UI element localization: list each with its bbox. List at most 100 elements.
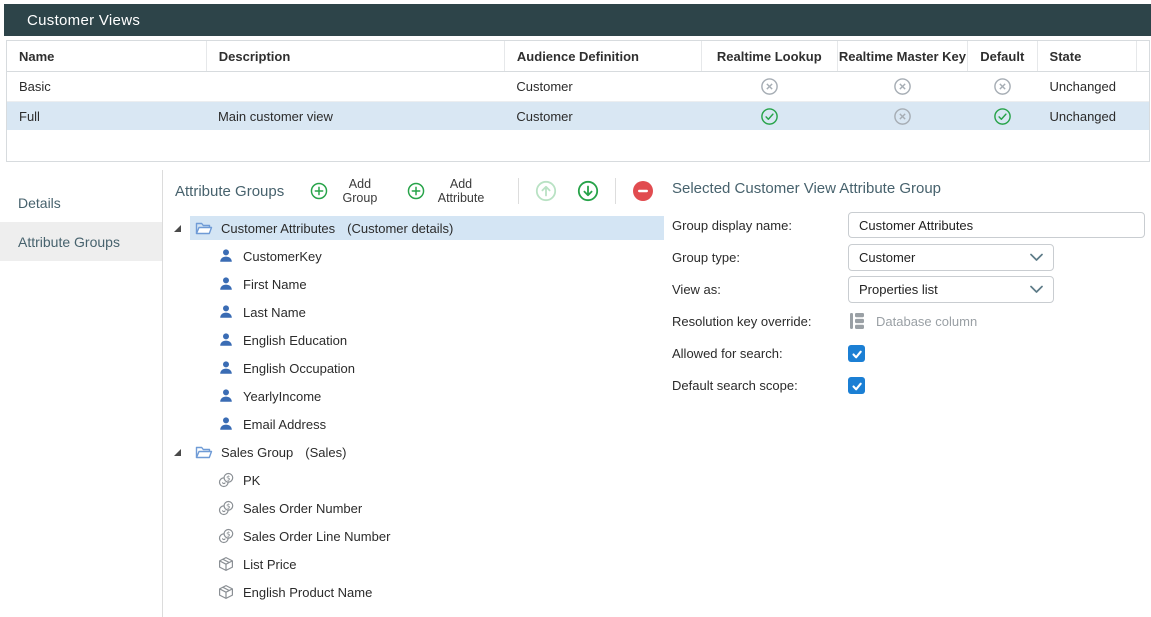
chevron-down-icon <box>1030 285 1043 293</box>
cell-audience: Customer <box>504 72 701 101</box>
person-icon <box>217 332 235 348</box>
group-type-select[interactable]: Customer <box>848 244 1054 271</box>
resolution-key-override-label: Resolution key override: <box>672 308 848 334</box>
column-header-default[interactable]: Default <box>967 41 1037 71</box>
attribute-groups-toolbar: Attribute Groups Add Group Add Attribute <box>164 170 664 212</box>
customer-views-table: Name Description Audience Definition Rea… <box>6 40 1150 162</box>
tree-item-label: Sales Order Line Number <box>243 529 390 544</box>
tree-attribute-sales-order-number[interactable]: Sales Order Number <box>164 494 664 522</box>
person-icon <box>217 248 235 264</box>
toolbar-divider <box>615 178 616 204</box>
open-folder-icon <box>195 220 213 236</box>
tree-item-label: English Product Name <box>243 585 372 600</box>
allowed-for-search-checkbox[interactable] <box>848 345 865 362</box>
resolution-key-override-button[interactable]: Database column <box>848 311 977 331</box>
tree-item-label: English Occupation <box>243 361 355 376</box>
expander-icon[interactable] <box>172 447 183 458</box>
sidebar-item-details[interactable]: Details <box>0 183 162 222</box>
sidebar-item-attribute-groups[interactable]: Attribute Groups <box>0 222 162 261</box>
page-title: Customer Views <box>27 12 140 29</box>
attribute-groups-panel: Attribute Groups Add Group Add Attribute <box>164 170 664 617</box>
cell-audience: Customer <box>504 102 701 130</box>
customer-views-window: Customer Views Name Description Audience… <box>0 0 1151 617</box>
table-row-basic[interactable]: Basic Customer Unchanged <box>7 72 1149 101</box>
tree-item-label: Sales Group <box>221 445 293 460</box>
person-icon <box>217 304 235 320</box>
tree-item-label: Email Address <box>243 417 326 432</box>
add-group-label: Add Group <box>335 177 384 205</box>
form-title: Selected Customer View Attribute Group <box>672 180 1145 197</box>
tree-attribute-sales-order-line-number[interactable]: Sales Order Line Number <box>164 522 664 550</box>
tree-item-label: Last Name <box>243 305 306 320</box>
table-header-row: Name Description Audience Definition Rea… <box>7 41 1149 72</box>
tree-item-label: CustomerKey <box>243 249 322 264</box>
tree-attribute-list-price[interactable]: List Price <box>164 550 664 578</box>
view-as-select[interactable]: Properties list <box>848 276 1054 303</box>
arrow-down-circle-icon <box>577 180 599 202</box>
cell-description <box>206 72 504 101</box>
add-attribute-button[interactable]: Add Attribute <box>407 177 491 205</box>
cross-circle-icon <box>760 77 779 96</box>
tree-attribute-english-product-name[interactable]: English Product Name <box>164 578 664 606</box>
tree-item-label: Sales Order Number <box>243 501 362 516</box>
tree-attribute-customerkey[interactable]: CustomerKey <box>164 242 664 270</box>
add-group-button[interactable]: Add Group <box>310 177 384 205</box>
resolution-key-override-value: Database column <box>876 314 977 329</box>
detail-tabs-sidebar: Details Attribute Groups <box>0 170 163 617</box>
column-header-state[interactable]: State <box>1037 41 1136 71</box>
tree-group-customer-attributes[interactable]: Customer Attributes (Customer details) <box>164 214 664 242</box>
cross-circle-icon <box>893 77 912 96</box>
tree-attribute-last-name[interactable]: Last Name <box>164 298 664 326</box>
attribute-groups-tree: Customer Attributes (Customer details) C… <box>164 214 664 606</box>
tree-attribute-email-address[interactable]: Email Address <box>164 410 664 438</box>
group-display-name-input[interactable] <box>848 212 1145 238</box>
cell-name: Basic <box>7 72 206 101</box>
tree-attribute-english-occupation[interactable]: English Occupation <box>164 354 664 382</box>
group-type-label: Group type: <box>672 244 848 270</box>
cell-name: Full <box>7 102 206 130</box>
check-icon <box>851 348 863 359</box>
move-up-button[interactable] <box>535 180 557 202</box>
check-icon <box>851 380 863 391</box>
coins-icon <box>217 500 235 516</box>
person-icon <box>217 388 235 404</box>
person-icon <box>217 360 235 376</box>
column-header-audience-definition[interactable]: Audience Definition <box>504 41 701 71</box>
column-header-realtime-master-key[interactable]: Realtime Master Key <box>837 41 967 71</box>
plus-circle-icon <box>407 180 425 202</box>
tree-attribute-yearlyincome[interactable]: YearlyIncome <box>164 382 664 410</box>
view-as-value: Properties list <box>859 282 938 297</box>
coins-icon <box>217 528 235 544</box>
tree-attribute-english-education[interactable]: English Education <box>164 326 664 354</box>
add-attribute-label: Add Attribute <box>432 177 491 205</box>
tree-attribute-first-name[interactable]: First Name <box>164 270 664 298</box>
plus-circle-icon <box>310 180 328 202</box>
column-header-description[interactable]: Description <box>206 41 504 71</box>
open-folder-icon <box>195 444 213 460</box>
arrow-up-circle-icon <box>535 180 557 202</box>
column-header-name[interactable]: Name <box>7 41 206 71</box>
package-icon <box>217 556 235 572</box>
cross-circle-icon <box>893 107 912 126</box>
cross-circle-icon <box>993 77 1012 96</box>
tree-item-label: First Name <box>243 277 307 292</box>
tree-item-label: List Price <box>243 557 296 572</box>
tree-attribute-pk[interactable]: PK <box>164 466 664 494</box>
allowed-for-search-label: Allowed for search: <box>672 340 848 366</box>
column-header-realtime-lookup[interactable]: Realtime Lookup <box>701 41 837 71</box>
database-column-icon <box>848 311 868 331</box>
remove-button[interactable] <box>632 180 654 202</box>
group-type-value: Customer <box>859 250 915 265</box>
expander-icon[interactable] <box>172 223 183 234</box>
coins-icon <box>217 472 235 488</box>
table-row-full[interactable]: Full Main customer view Customer Unchang… <box>7 101 1149 130</box>
person-icon <box>217 416 235 432</box>
check-circle-icon <box>993 107 1012 126</box>
toolbar-divider <box>518 178 519 204</box>
cell-state: Unchanged <box>1037 72 1137 101</box>
move-down-button[interactable] <box>577 180 599 202</box>
tree-group-sales-group[interactable]: Sales Group (Sales) <box>164 438 664 466</box>
default-search-scope-checkbox[interactable] <box>848 377 865 394</box>
tree-item-suffix: (Customer details) <box>347 221 453 236</box>
tree-item-suffix: (Sales) <box>305 445 346 460</box>
